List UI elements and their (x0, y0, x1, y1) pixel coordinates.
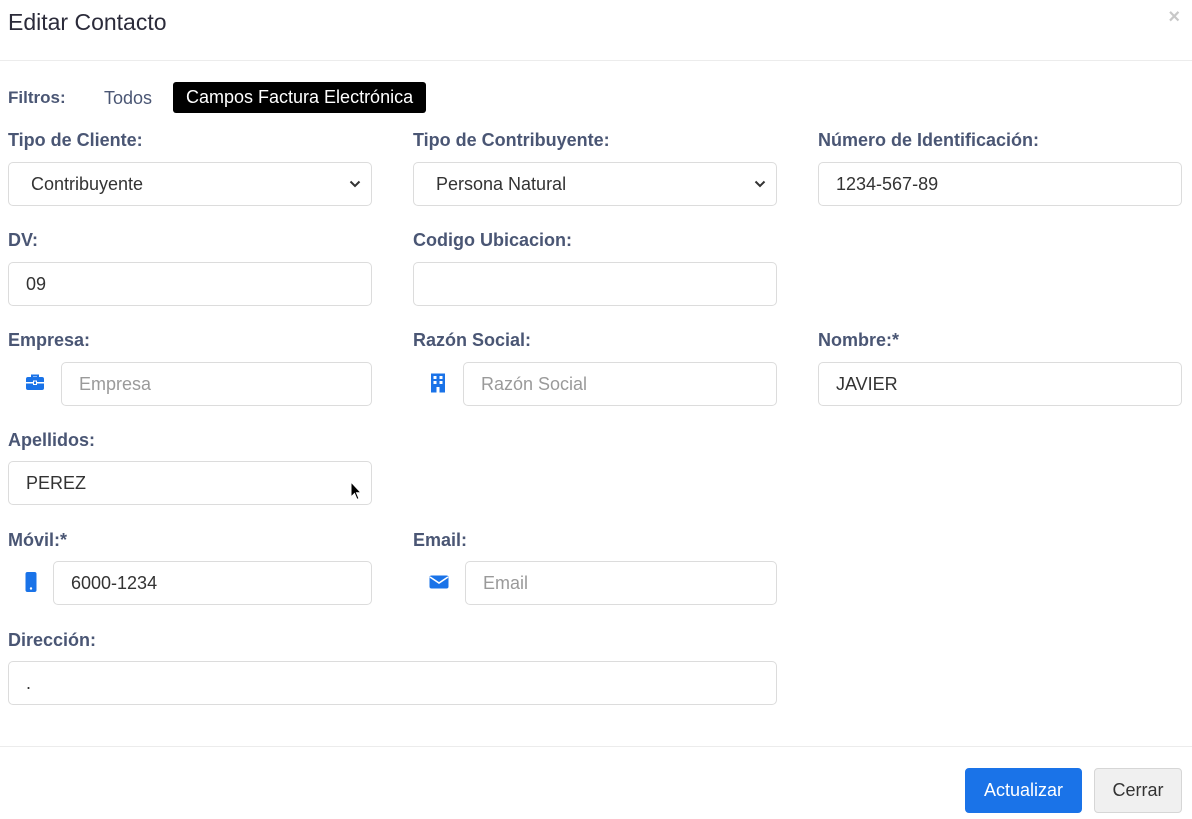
tipo-contribuyente-select[interactable]: Persona Natural (413, 162, 777, 206)
tipo-cliente-value: Contribuyente (31, 174, 144, 194)
razon-social-input[interactable]: Razón Social (463, 362, 777, 406)
nombre-input[interactable]: JAVIER (818, 362, 1182, 406)
nombre-label: Nombre:* (818, 330, 900, 350)
tipo-cliente-label: Tipo de Cliente: (8, 130, 143, 150)
chevron-down-icon (754, 180, 766, 188)
chevron-down-icon (349, 180, 361, 188)
filter-todos[interactable]: Todos (104, 88, 152, 109)
mobile-phone-icon (25, 572, 37, 592)
apellidos-label: Apellidos: (8, 430, 96, 450)
building-icon (431, 373, 445, 393)
close-icon[interactable]: × (1168, 6, 1180, 29)
empresa-label: Empresa: (8, 330, 91, 350)
movil-input[interactable]: 6000-1234 (53, 561, 372, 605)
dv-label: DV: (8, 230, 39, 250)
briefcase-icon (26, 374, 44, 390)
direccion-input[interactable]: . (8, 661, 777, 705)
numero-identificacion-label: Número de Identificación: (818, 130, 1040, 150)
footer-divider (0, 746, 1192, 747)
header-divider (0, 60, 1192, 61)
movil-label: Móvil:* (8, 530, 68, 550)
codigo-ubicacion-label: Codigo Ubicacion: (413, 230, 572, 250)
tipo-contribuyente-value: Persona Natural (436, 174, 567, 194)
email-input[interactable]: Email (465, 561, 777, 605)
modal-title: Editar Contacto (8, 9, 167, 35)
codigo-ubicacion-input[interactable] (413, 262, 777, 306)
tipo-contribuyente-label: Tipo de Contribuyente: (413, 130, 610, 150)
filters-label: Filtros: (8, 88, 66, 107)
actualizar-button[interactable]: Actualizar (965, 768, 1082, 813)
filter-factura-electronica[interactable]: Campos Factura Electrónica (173, 82, 427, 113)
envelope-icon (429, 575, 449, 589)
tipo-cliente-select[interactable]: Contribuyente (8, 162, 372, 206)
direccion-label: Dirección: (8, 630, 97, 650)
numero-identificacion-input[interactable]: 1234-567-89 (818, 162, 1182, 206)
email-label: Email: (413, 530, 468, 550)
dv-input[interactable]: 09 (8, 262, 372, 306)
empresa-input[interactable]: Empresa (61, 362, 372, 406)
apellidos-input[interactable]: PEREZ (8, 461, 372, 505)
cerrar-button[interactable]: Cerrar (1094, 768, 1182, 813)
razon-social-label: Razón Social: (413, 330, 532, 350)
mouse-pointer-icon (350, 481, 363, 501)
